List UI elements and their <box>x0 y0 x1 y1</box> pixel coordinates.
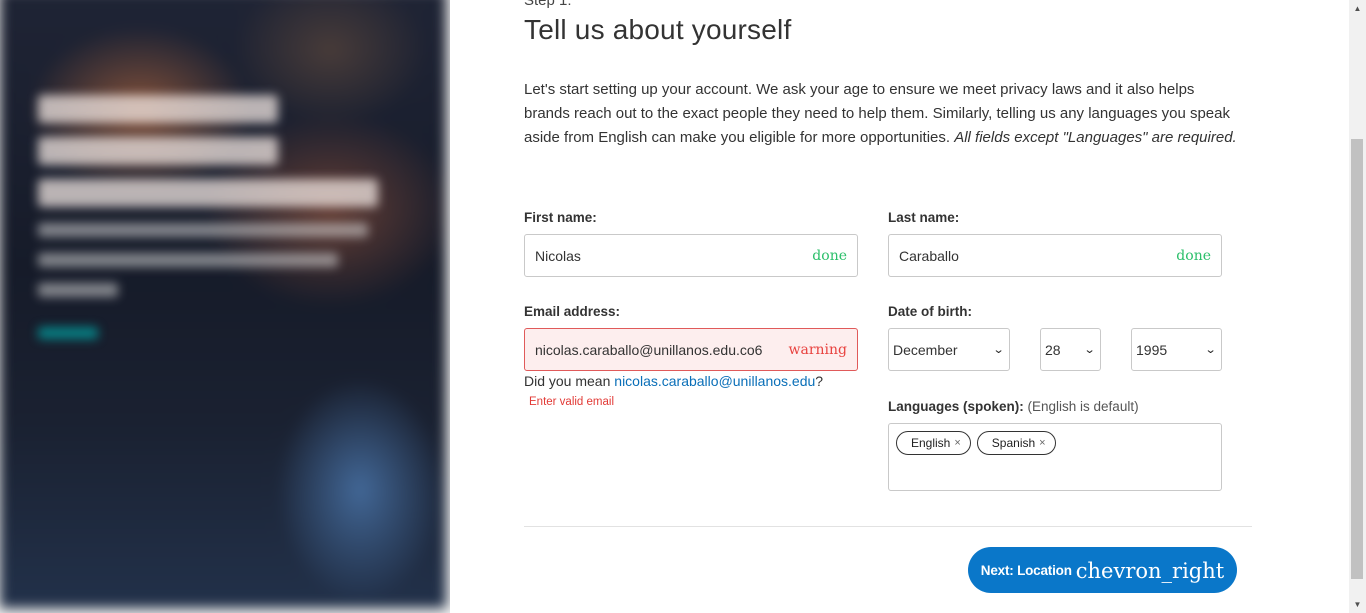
intro-emphasis: All fields except "Languages" are requir… <box>954 129 1237 146</box>
dob-year-value: 1995 <box>1136 341 1168 358</box>
first-name-field[interactable]: Nicolas done <box>524 234 858 277</box>
dob-label: Date of birth: <box>888 304 972 319</box>
chevron-down-icon: ⌄ <box>992 344 1005 356</box>
email-error-message: Enter valid email <box>529 396 615 408</box>
page-scrollbar[interactable]: ▲ ▼ <box>1349 0 1366 613</box>
email-label: Email address: <box>524 304 621 319</box>
form-divider <box>524 526 1252 527</box>
check-icon: done <box>1176 247 1211 264</box>
last-name-field[interactable]: Caraballo done <box>888 234 1222 277</box>
email-field[interactable]: nicolas.caraballo@unillanos.edu.co6 warn… <box>524 328 858 371</box>
chevron-right-icon: chevron_right <box>1075 559 1225 583</box>
page-title: Tell us about yourself <box>524 14 792 45</box>
first-name-value: Nicolas <box>535 247 581 264</box>
next-location-button[interactable]: Next: Location chevron_right <box>968 547 1237 593</box>
hero-blurred-text <box>38 95 398 339</box>
suggestion-prefix: Did you mean <box>524 373 615 389</box>
languages-hint: (English is default) <box>1023 399 1139 414</box>
last-name-value: Caraballo <box>899 247 959 264</box>
dob-month-select[interactable]: December ⌄ <box>888 328 1010 371</box>
dob-day-select[interactable]: 28 ⌄ <box>1040 328 1101 371</box>
chevron-down-icon: ⌄ <box>1204 344 1217 356</box>
last-name-label: Last name: <box>888 210 960 225</box>
dob-day-value: 28 <box>1045 341 1061 358</box>
languages-label-text: Languages (spoken): <box>888 399 1024 414</box>
language-tag-label: Spanish <box>991 436 1036 450</box>
chevron-down-icon: ⌄ <box>1083 344 1096 356</box>
step-label: Step 1: <box>524 0 572 9</box>
next-button-label: Next: Location <box>980 562 1072 578</box>
remove-tag-icon[interactable]: × <box>1039 437 1045 449</box>
dob-month-value: December <box>893 341 958 358</box>
intro-text: Let's start setting up your account. We … <box>524 78 1239 150</box>
first-name-label: First name: <box>524 210 597 225</box>
email-value: nicolas.caraballo@unillanos.edu.co6 <box>535 341 763 358</box>
email-suggestion-link[interactable]: nicolas.caraballo@unillanos.edu <box>614 373 815 389</box>
dob-year-select[interactable]: 1995 ⌄ <box>1131 328 1222 371</box>
languages-input[interactable]: English × Spanish × <box>888 423 1222 491</box>
check-icon: done <box>812 247 847 264</box>
languages-label: Languages (spoken): (English is default) <box>888 399 1139 414</box>
scroll-down-arrow-icon[interactable]: ▼ <box>1349 596 1366 613</box>
suggestion-suffix: ? <box>815 373 824 389</box>
scrollbar-thumb[interactable] <box>1351 139 1363 579</box>
warning-icon: warning <box>788 341 848 358</box>
language-tag-spanish: Spanish × <box>976 431 1056 455</box>
email-suggestion: Did you mean nicolas.caraballo@unillanos… <box>524 373 823 389</box>
hero-panel <box>0 0 450 613</box>
language-tag-english: English × <box>896 431 971 455</box>
remove-tag-icon[interactable]: × <box>954 437 960 449</box>
language-tag-label: English <box>911 436 951 450</box>
scroll-up-arrow-icon[interactable]: ▲ <box>1349 0 1366 17</box>
